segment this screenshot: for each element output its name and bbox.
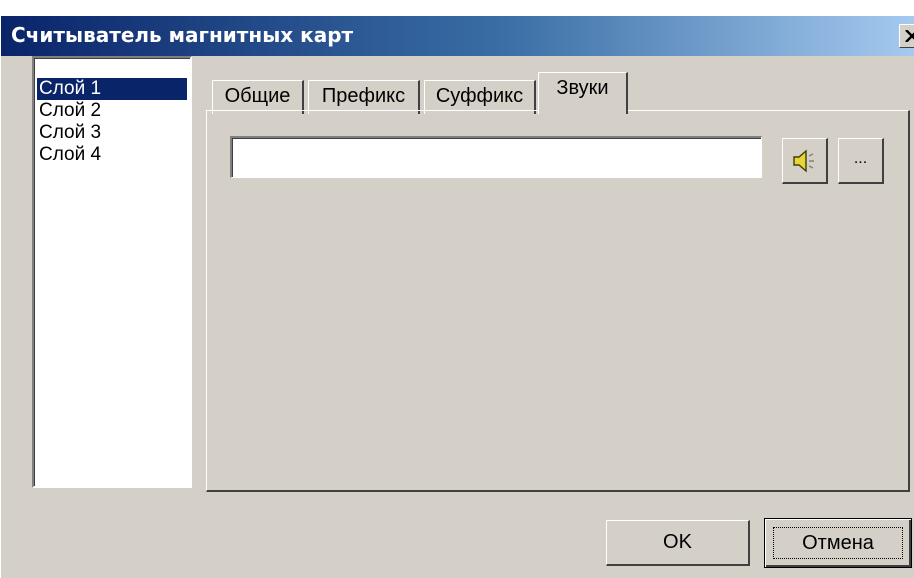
tab-suffix[interactable]: Суффикс — [424, 80, 536, 114]
layer-item-2[interactable]: Слой 2 — [37, 100, 187, 122]
cancel-button-label: Отмена — [773, 527, 903, 559]
browse-button[interactable]: ... — [838, 138, 884, 184]
close-button[interactable] — [899, 24, 914, 48]
layer-item-1[interactable]: Слой 1 — [37, 78, 187, 100]
close-icon — [905, 30, 914, 42]
sound-file-input[interactable] — [230, 136, 762, 178]
tab-prefix[interactable]: Префикс — [308, 80, 420, 114]
layer-item-3[interactable]: Слой 3 — [37, 122, 187, 144]
layer-item-4[interactable]: Слой 4 — [37, 144, 187, 166]
layer-list[interactable]: Слой 1 Слой 2 Слой 3 Слой 4 — [32, 56, 192, 488]
cancel-button[interactable]: Отмена — [764, 518, 912, 568]
title-bar[interactable]: Считыватель магнитных карт — [1, 16, 914, 56]
tab-sounds[interactable]: Звуки — [538, 72, 628, 114]
ok-button[interactable]: OK — [606, 520, 750, 566]
tab-general[interactable]: Общие — [212, 80, 304, 114]
speaker-icon — [793, 149, 814, 173]
window-title: Считыватель магнитных карт — [11, 23, 354, 47]
play-sound-button[interactable] — [782, 138, 828, 184]
